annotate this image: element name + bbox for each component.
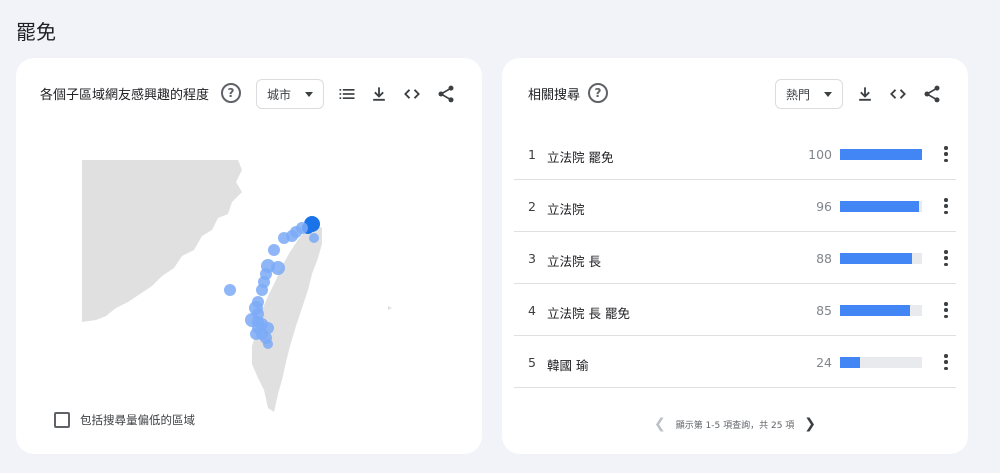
download-icon[interactable] xyxy=(854,83,876,105)
query-bar-fill xyxy=(840,305,910,316)
low-volume-checkbox[interactable] xyxy=(54,412,70,428)
query-text[interactable]: 立法院 長 罷免 xyxy=(547,303,630,322)
query-bar xyxy=(840,201,922,212)
related-card-title: 相關搜尋 xyxy=(528,88,581,103)
embed-icon[interactable] xyxy=(887,83,909,105)
region-card-header: 各個子區域網友感興趣的程度 ? 城市 xyxy=(16,58,482,130)
download-icon[interactable] xyxy=(368,83,390,105)
city-marker[interactable] xyxy=(268,244,280,256)
query-bar-fill xyxy=(840,253,913,264)
query-rank: 2 xyxy=(528,199,536,214)
region-interest-card: 各個子區域網友感興趣的程度 ? 城市 包括搜尋量偏低的區域 xyxy=(16,58,482,454)
query-bar xyxy=(840,305,922,316)
query-rank: 3 xyxy=(528,251,536,266)
list-item[interactable]: 1 立法院 罷免 100 xyxy=(514,128,956,180)
query-value: 24 xyxy=(816,355,832,370)
more-vert-icon[interactable] xyxy=(940,144,952,164)
query-text[interactable]: 立法院 長 xyxy=(547,251,601,270)
island-dot xyxy=(388,306,392,310)
help-icon[interactable]: ? xyxy=(588,83,608,103)
taiwan-landmass xyxy=(252,224,322,412)
low-volume-option[interactable]: 包括搜尋量偏低的區域 xyxy=(54,412,195,428)
list-item[interactable]: 4 立法院 長 罷免 85 xyxy=(514,284,956,336)
list-item[interactable]: 5 韓國 瑜 24 xyxy=(514,336,956,388)
list-item[interactable]: 3 立法院 長 88 xyxy=(514,232,956,284)
query-bar-fill xyxy=(840,201,919,212)
resolution-dropdown-value: 城市 xyxy=(267,87,292,102)
query-type-dropdown[interactable]: 熱門 xyxy=(775,79,843,109)
map-svg xyxy=(82,160,392,412)
list-item[interactable]: 2 立法院 96 xyxy=(514,180,956,232)
query-value: 100 xyxy=(808,147,832,162)
more-vert-icon[interactable] xyxy=(940,248,952,268)
list-icon[interactable] xyxy=(336,83,358,105)
related-card-header: 相關搜尋 ? 熱門 xyxy=(502,58,968,130)
query-value: 85 xyxy=(816,303,832,318)
city-marker[interactable] xyxy=(309,233,319,243)
query-value: 96 xyxy=(816,199,832,214)
city-marker[interactable] xyxy=(263,339,273,349)
query-bar-fill xyxy=(840,357,860,368)
pagination-text: 顯示第 1-5 項查詢，共 25 項 xyxy=(675,420,795,431)
resolution-dropdown[interactable]: 城市 xyxy=(256,79,324,109)
more-vert-icon[interactable] xyxy=(940,300,952,320)
chevron-left-icon[interactable]: ❮ xyxy=(654,416,666,432)
city-marker[interactable] xyxy=(278,232,290,244)
chevron-down-icon xyxy=(824,92,832,97)
query-rank: 1 xyxy=(528,147,536,162)
share-icon[interactable] xyxy=(921,83,943,105)
low-volume-label: 包括搜尋量偏低的區域 xyxy=(80,413,195,427)
query-text[interactable]: 立法院 xyxy=(547,199,585,218)
more-vert-icon[interactable] xyxy=(940,352,952,372)
query-bar-fill xyxy=(840,149,922,160)
taiwan-region-map[interactable] xyxy=(82,158,416,418)
region-card-title: 各個子區域網友感興趣的程度 xyxy=(40,88,210,103)
query-rank: 4 xyxy=(528,303,536,318)
mainland-landmass xyxy=(82,160,242,322)
embed-icon[interactable] xyxy=(401,83,423,105)
query-type-dropdown-value: 熱門 xyxy=(786,87,811,102)
more-vert-icon[interactable] xyxy=(940,196,952,216)
query-value: 88 xyxy=(816,251,832,266)
page-title: 罷免 xyxy=(16,20,56,44)
query-text[interactable]: 韓國 瑜 xyxy=(547,355,588,374)
related-queries-card: 相關搜尋 ? 熱門 1 立法院 罷免 100 2 立法院 96 3 立法院 長 … xyxy=(502,58,968,454)
chevron-down-icon xyxy=(305,92,313,97)
city-marker[interactable] xyxy=(224,284,236,296)
query-text[interactable]: 立法院 罷免 xyxy=(547,147,613,166)
pagination: ❮ 顯示第 1-5 項查詢，共 25 項 ❯ xyxy=(502,416,968,432)
query-bar xyxy=(840,357,922,368)
chevron-right-icon[interactable]: ❯ xyxy=(804,416,816,432)
share-icon[interactable] xyxy=(435,83,457,105)
query-rank: 5 xyxy=(528,355,536,370)
query-bar xyxy=(840,149,922,160)
city-marker[interactable] xyxy=(256,284,268,296)
related-queries-list: 1 立法院 罷免 100 2 立法院 96 3 立法院 長 88 4 立法院 長… xyxy=(514,128,956,388)
help-icon[interactable]: ? xyxy=(221,83,241,103)
query-bar xyxy=(840,253,922,264)
